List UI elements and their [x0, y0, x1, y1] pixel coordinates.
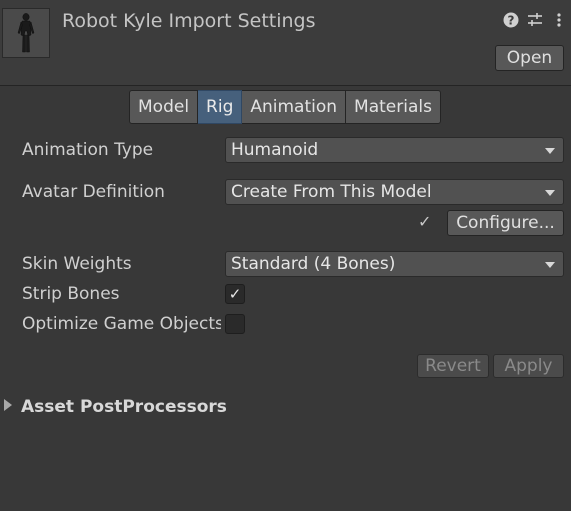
model-thumbnail: [2, 8, 50, 58]
configure-button[interactable]: Configure...: [447, 210, 564, 236]
chevron-down-icon: [545, 148, 555, 154]
optimize-game-objects-checkbox[interactable]: [225, 314, 245, 334]
animation-type-label: Animation Type: [22, 140, 154, 160]
skin-weights-label: Skin Weights: [22, 254, 132, 274]
chevron-right-icon: [4, 399, 12, 411]
more-options-icon[interactable]: [550, 12, 568, 30]
revert-button[interactable]: Revert: [417, 354, 489, 378]
inspector-title: Robot Kyle Import Settings: [62, 10, 316, 32]
skin-weights-dropdown[interactable]: Standard (4 Bones): [225, 251, 564, 277]
apply-button[interactable]: Apply: [493, 354, 564, 378]
importer-tabs: Model Rig Animation Materials: [129, 90, 441, 124]
chevron-down-icon: [545, 262, 555, 268]
asset-postprocessors-label: Asset PostProcessors: [21, 397, 227, 417]
tab-animation[interactable]: Animation: [242, 90, 347, 124]
strip-bones-checkbox[interactable]: ✓: [225, 284, 245, 304]
asset-postprocessors-foldout[interactable]: Asset PostProcessors: [4, 397, 227, 417]
presets-icon[interactable]: [526, 12, 544, 30]
avatar-definition-dropdown[interactable]: Create From This Model: [225, 179, 564, 205]
strip-bones-label: Strip Bones: [22, 284, 120, 304]
animation-type-dropdown[interactable]: Humanoid: [225, 137, 564, 163]
animation-type-value: Humanoid: [231, 140, 319, 160]
avatar-valid-check-icon: ✓: [418, 212, 432, 231]
chevron-down-icon: [545, 190, 555, 196]
help-icon[interactable]: ?: [502, 12, 520, 30]
tab-model[interactable]: Model: [129, 90, 199, 124]
optimize-game-objects-label: Optimize Game Objects: [22, 314, 221, 334]
tab-materials[interactable]: Materials: [346, 90, 441, 124]
open-button[interactable]: Open: [495, 45, 564, 71]
robot-figure-icon: [17, 13, 35, 53]
skin-weights-value: Standard (4 Bones): [231, 254, 396, 274]
tab-rig[interactable]: Rig: [198, 90, 243, 124]
avatar-definition-label: Avatar Definition: [22, 182, 165, 202]
svg-text:?: ?: [508, 14, 515, 28]
header-divider: [0, 85, 571, 86]
avatar-definition-value: Create From This Model: [231, 182, 432, 202]
